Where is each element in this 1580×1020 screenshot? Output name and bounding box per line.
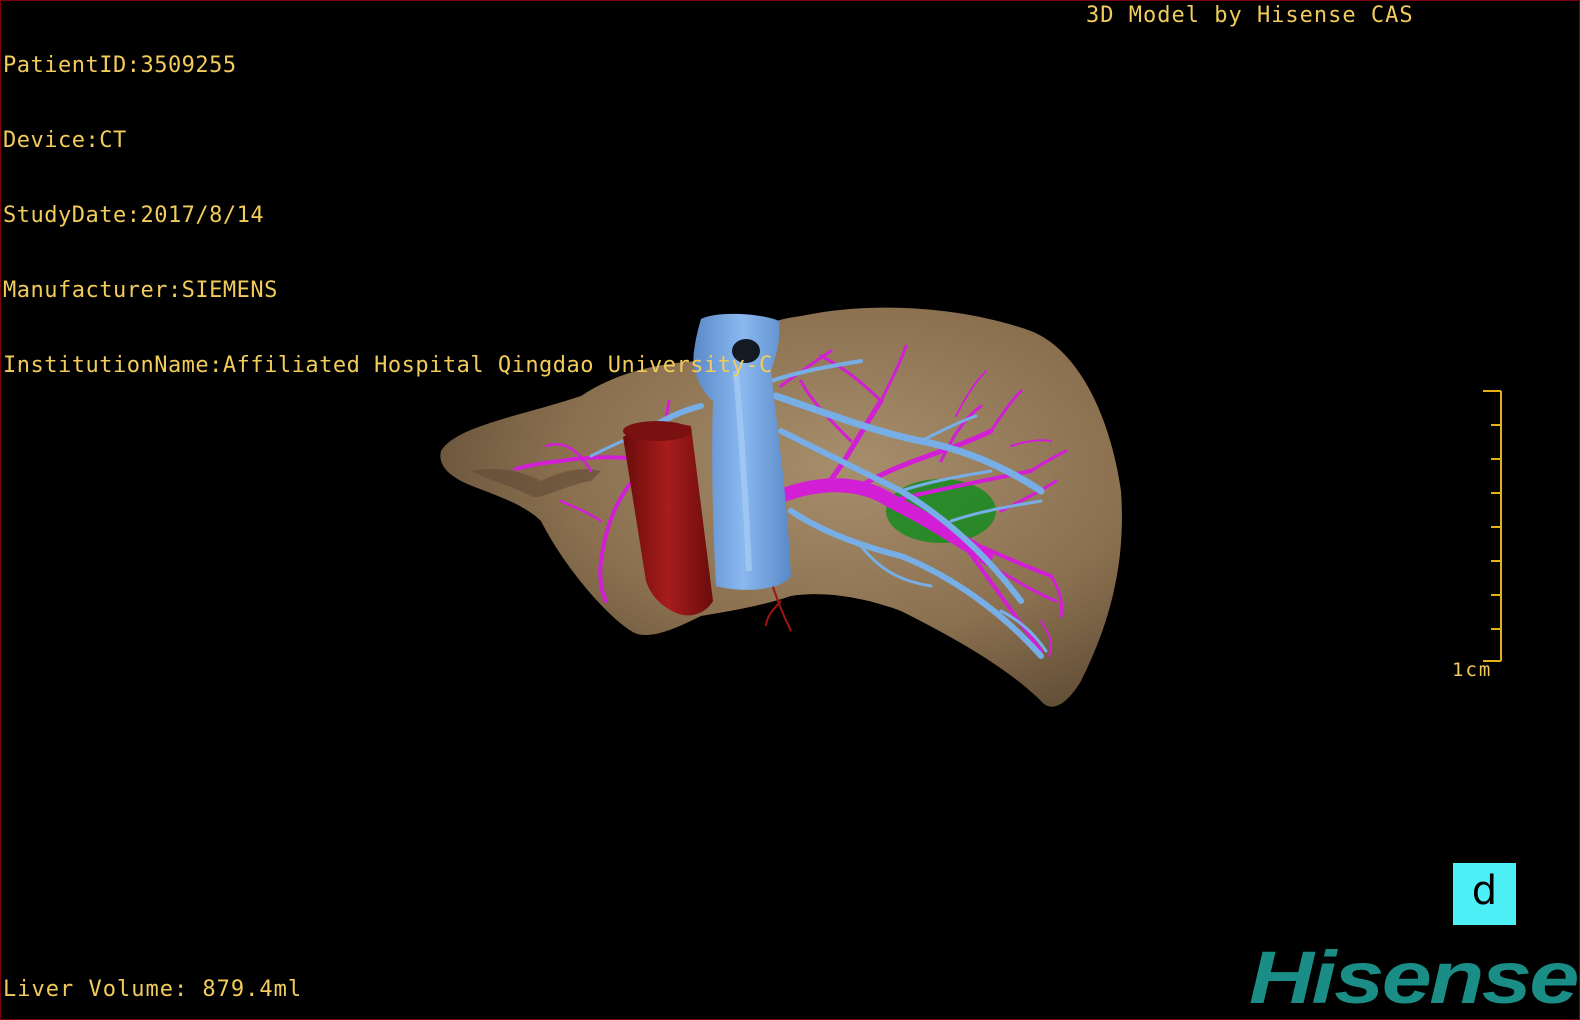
institution-name: InstitutionName:Affiliated Hospital Qing… xyxy=(3,353,773,378)
hisense-logo: Hisense xyxy=(1249,941,1579,1016)
model-credit: 3D Model by Hisense CAS xyxy=(1086,3,1414,28)
patient-id: PatientID:3509255 xyxy=(3,53,237,78)
study-date: StudyDate:2017/8/14 xyxy=(3,203,265,228)
patient-info-overlay: PatientID:3509255 Device:CT StudyDate:20… xyxy=(3,3,773,428)
scale-bar xyxy=(1483,390,1502,662)
device: Device:CT xyxy=(3,128,127,153)
3d-viewport[interactable]: PatientID:3509255 Device:CT StudyDate:20… xyxy=(0,0,1580,1020)
logo-wordmark: Hisense xyxy=(1249,941,1578,1016)
scale-bar-label: 1cm xyxy=(1452,659,1493,681)
manufacturer: Manufacturer:SIEMENS xyxy=(3,278,278,303)
orientation-label: d xyxy=(1471,868,1498,914)
liver-volume: Liver Volume: 879.4ml xyxy=(3,977,303,1002)
orientation-cube-icon[interactable]: d xyxy=(1453,863,1516,925)
